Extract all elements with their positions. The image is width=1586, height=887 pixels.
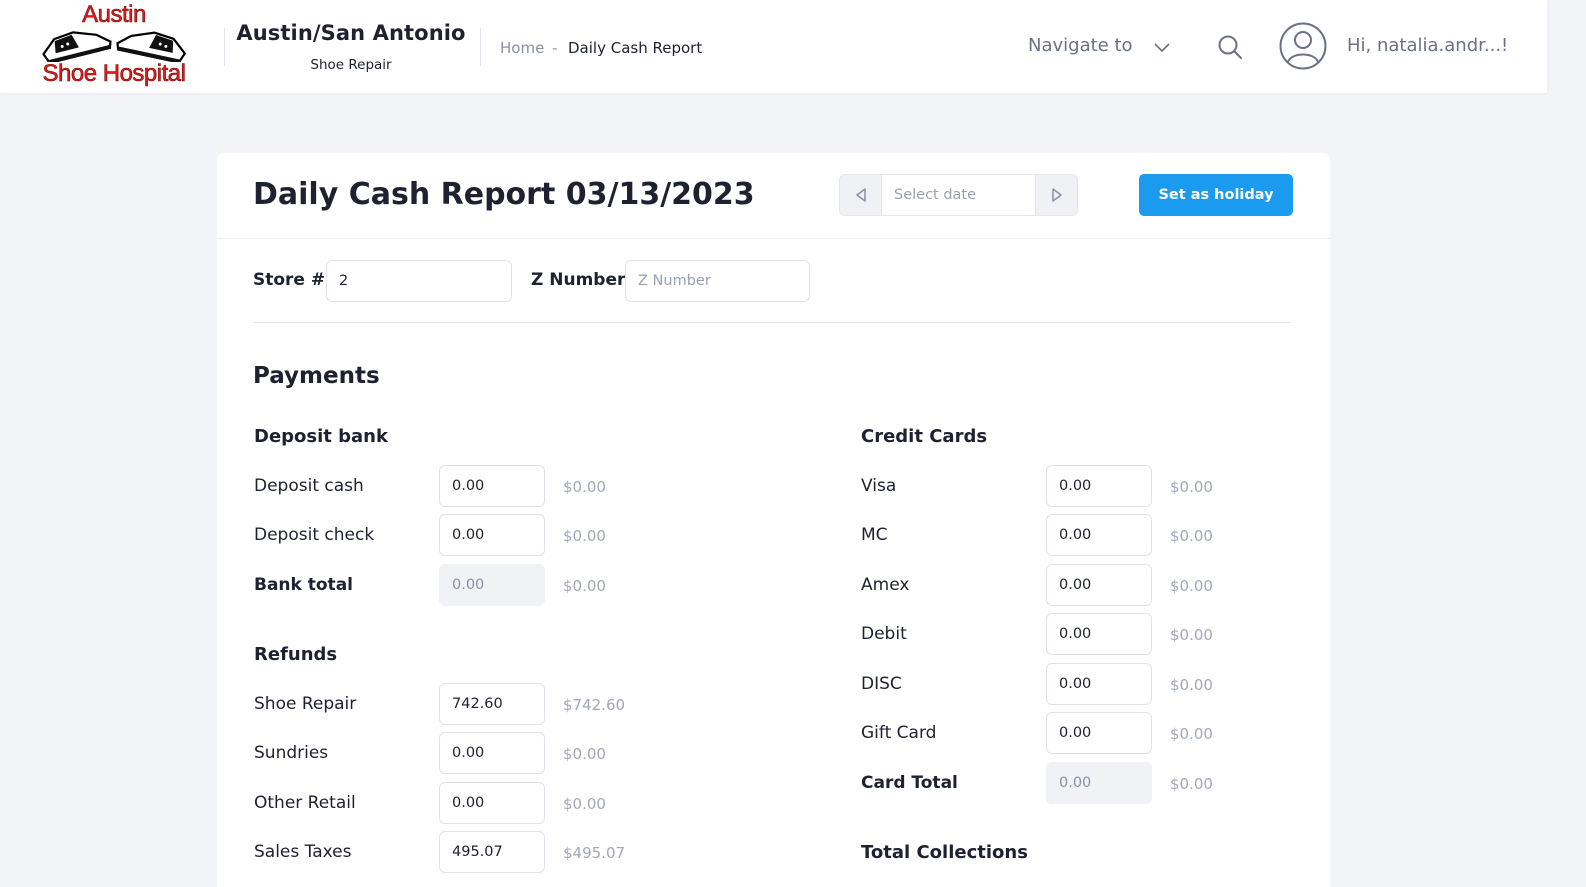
- brand-subtitle: Shoe Repair: [310, 57, 392, 73]
- bank-total-input: [439, 564, 545, 606]
- logo-shoes-icon: [42, 31, 187, 62]
- deposit-bank-title: Deposit bank: [254, 426, 388, 447]
- header-divider: [224, 28, 225, 66]
- gift-card-input[interactable]: [1046, 712, 1152, 754]
- search-icon[interactable]: [1216, 33, 1244, 61]
- previous-date-button[interactable]: [839, 174, 882, 216]
- amex-label: Amex: [861, 575, 910, 595]
- refund-other-retail-amount: $0.00: [563, 795, 606, 813]
- set-as-holiday-button[interactable]: Set as holiday: [1139, 174, 1293, 216]
- visa-amount: $0.00: [1170, 478, 1213, 496]
- refund-shoe-repair-label: Shoe Repair: [254, 694, 357, 714]
- debit-label: Debit: [861, 624, 907, 644]
- chevron-left-icon: [855, 188, 866, 202]
- total-collections-title: Total Collections: [861, 842, 1028, 863]
- card-total-amount: $0.00: [1170, 775, 1213, 793]
- chevron-down-icon[interactable]: [1153, 38, 1171, 56]
- disc-input[interactable]: [1046, 663, 1152, 705]
- bank-total-amount: $0.00: [563, 577, 606, 595]
- brand-title: Austin/San Antonio: [236, 21, 466, 45]
- refund-sales-taxes-input[interactable]: [439, 831, 545, 873]
- logo[interactable]: Austin Shoe Hospital: [34, 1, 194, 90]
- refund-sundries-label: Sundries: [254, 743, 329, 763]
- store-number-input[interactable]: [326, 260, 512, 302]
- refund-shoe-repair-amount: $742.60: [563, 696, 626, 714]
- bank-total-label: Bank total: [254, 575, 353, 595]
- logo-bottom-text: Shoe Hospital: [42, 60, 186, 88]
- deposit-cash-input[interactable]: [439, 465, 545, 507]
- daily-cash-report-card: Daily Cash Report 03/13/2023 Set as holi…: [217, 153, 1330, 887]
- disc-amount: $0.00: [1170, 676, 1213, 694]
- section-divider: [253, 322, 1291, 323]
- chevron-right-icon: [1051, 188, 1062, 202]
- refund-other-retail-label: Other Retail: [254, 793, 356, 813]
- refund-sales-taxes-label: Sales Taxes: [254, 842, 352, 862]
- deposit-check-label: Deposit check: [254, 525, 375, 545]
- credit-cards-title: Credit Cards: [861, 426, 988, 447]
- payments-title: Payments: [253, 363, 380, 389]
- z-number-input[interactable]: [625, 260, 810, 302]
- card-total-label: Card Total: [861, 773, 958, 793]
- z-number-label: Z Number: [531, 270, 626, 290]
- refund-shoe-repair-input[interactable]: [439, 683, 545, 725]
- date-picker-input[interactable]: [882, 174, 1035, 216]
- mc-amount: $0.00: [1170, 527, 1213, 545]
- breadcrumb-current: Daily Cash Report: [568, 39, 703, 57]
- debit-amount: $0.00: [1170, 626, 1213, 644]
- refund-other-retail-input[interactable]: [439, 782, 545, 824]
- amex-input[interactable]: [1046, 564, 1152, 606]
- breadcrumb-separator: -: [552, 39, 558, 57]
- refund-sundries-input[interactable]: [439, 732, 545, 774]
- debit-input[interactable]: [1046, 613, 1152, 655]
- gift-card-label: Gift Card: [861, 723, 937, 743]
- refund-sundries-amount: $0.00: [563, 745, 606, 763]
- deposit-cash-label: Deposit cash: [254, 476, 364, 496]
- gift-card-amount: $0.00: [1170, 725, 1213, 743]
- next-date-button[interactable]: [1035, 174, 1078, 216]
- deposit-check-amount: $0.00: [563, 527, 606, 545]
- deposit-check-input[interactable]: [439, 514, 545, 556]
- card-header-divider: [217, 238, 1330, 239]
- user-greeting[interactable]: Hi, natalia.andr...!: [1347, 35, 1508, 56]
- deposit-cash-amount: $0.00: [563, 478, 606, 496]
- navigate-to-dropdown[interactable]: Navigate to: [1028, 35, 1133, 56]
- visa-input[interactable]: [1046, 465, 1152, 507]
- breadcrumb-home[interactable]: Home: [500, 39, 544, 57]
- visa-label: Visa: [861, 476, 897, 496]
- disc-label: DISC: [861, 674, 902, 694]
- refunds-title: Refunds: [254, 644, 338, 665]
- amex-amount: $0.00: [1170, 577, 1213, 595]
- refund-sales-taxes-amount: $495.07: [563, 844, 626, 862]
- top-header: Austin Shoe Hospital Austin/San Antonio …: [0, 0, 1547, 93]
- card-total-input: [1046, 762, 1152, 804]
- mc-input[interactable]: [1046, 514, 1152, 556]
- mc-label: MC: [861, 525, 888, 545]
- header-divider: [480, 28, 481, 66]
- user-avatar-icon[interactable]: [1279, 22, 1327, 70]
- store-number-label: Store #: [253, 270, 326, 290]
- page-title: Daily Cash Report 03/13/2023: [253, 177, 755, 212]
